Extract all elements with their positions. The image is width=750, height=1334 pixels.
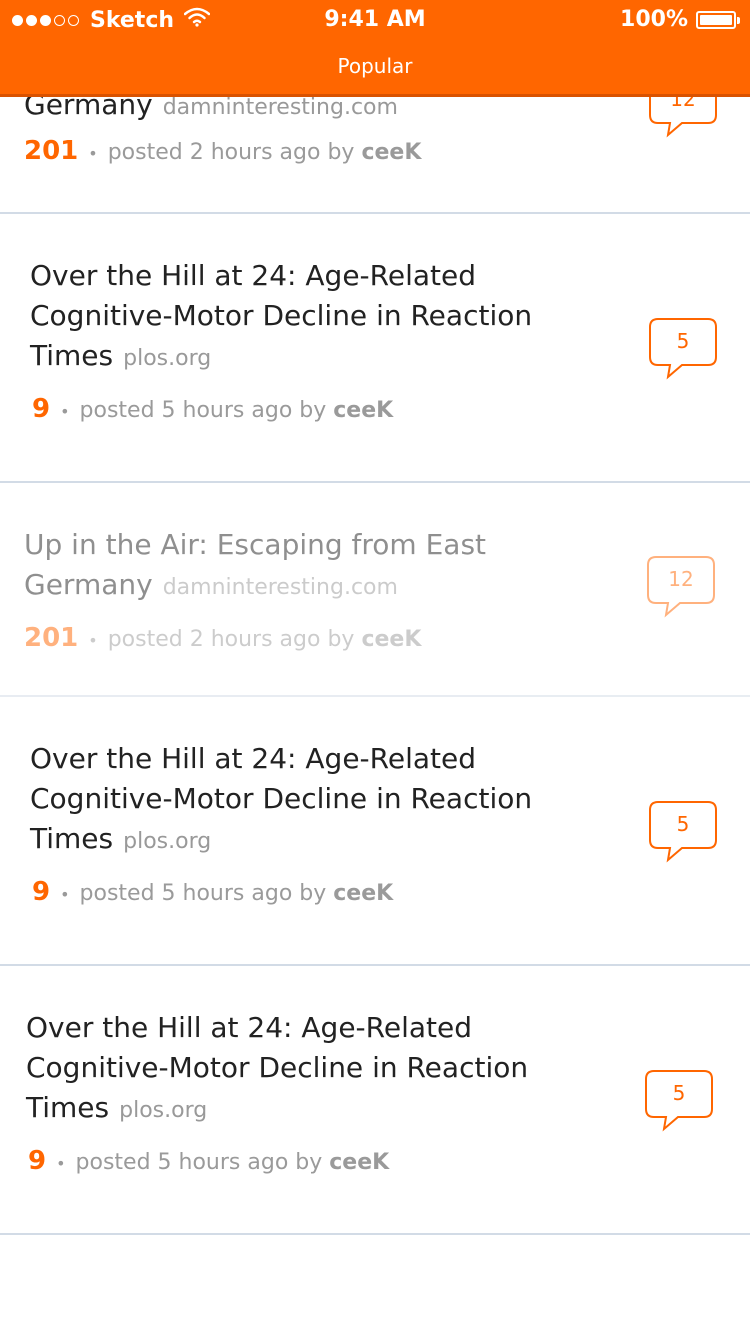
post-domain[interactable]: plos.org bbox=[123, 346, 211, 371]
battery-percent: 100% bbox=[620, 7, 688, 32]
battery-fill bbox=[700, 14, 732, 25]
post-title-text: Over the Hill at 24: Age-Related Cogniti… bbox=[26, 1011, 529, 1124]
post-score: 9 bbox=[28, 1146, 47, 1176]
comment-button[interactable]: 5 bbox=[648, 800, 718, 864]
meta-separator: • bbox=[60, 402, 70, 421]
post-score: 9 bbox=[32, 394, 51, 424]
comment-count: 12 bbox=[668, 567, 694, 591]
post-title[interactable]: Up in the Air: Escaping from East German… bbox=[24, 525, 544, 608]
post-author[interactable]: ceeK bbox=[329, 1150, 389, 1175]
post-meta: 9 • posted 5 hours ago by ceeK bbox=[32, 877, 393, 907]
page-title: Popular bbox=[337, 54, 413, 78]
list-item[interactable]: Over the Hill at 24: Age-Related Cogniti… bbox=[0, 966, 750, 1235]
comment-button[interactable]: 12 bbox=[646, 555, 716, 619]
meta-separator: • bbox=[88, 631, 98, 650]
app-header: Sketch 9:41 AM 100% Popular bbox=[0, 0, 750, 97]
post-time: posted 5 hours ago by bbox=[79, 398, 327, 423]
post-score: 201 bbox=[24, 623, 79, 653]
post-score: 9 bbox=[32, 877, 51, 907]
comment-count: 5 bbox=[672, 1081, 686, 1105]
post-domain[interactable]: plos.org bbox=[123, 829, 211, 854]
status-bar: Sketch 9:41 AM 100% bbox=[0, 0, 750, 40]
post-domain[interactable]: damninteresting.com bbox=[163, 95, 398, 120]
post-title-text: Over the Hill at 24: Age-Related Cogniti… bbox=[30, 259, 533, 372]
post-meta: 201 • posted 2 hours ago by ceeK bbox=[24, 623, 421, 653]
post-time: posted 5 hours ago by bbox=[79, 881, 327, 906]
post-author[interactable]: ceeK bbox=[361, 627, 421, 652]
comment-button[interactable]: 5 bbox=[648, 317, 718, 381]
meta-separator: • bbox=[56, 1154, 66, 1173]
post-title[interactable]: Over the Hill at 24: Age-Related Cogniti… bbox=[26, 1008, 546, 1131]
post-title[interactable]: Over the Hill at 24: Age-Related Cogniti… bbox=[30, 739, 550, 862]
post-author[interactable]: ceeK bbox=[333, 398, 393, 423]
post-score: 201 bbox=[24, 136, 79, 166]
post-time: posted 2 hours ago by bbox=[107, 627, 355, 652]
screen: Up in the Air: Escaping from East German… bbox=[0, 0, 750, 1334]
battery-cap bbox=[737, 16, 740, 24]
list-item[interactable]: Up in the Air: Escaping from East German… bbox=[0, 483, 750, 697]
post-title[interactable]: Over the Hill at 24: Age-Related Cogniti… bbox=[30, 256, 550, 379]
post-time: posted 2 hours ago by bbox=[107, 140, 355, 165]
meta-separator: • bbox=[88, 144, 98, 163]
post-author[interactable]: ceeK bbox=[361, 140, 421, 165]
post-time: posted 5 hours ago by bbox=[75, 1150, 323, 1175]
post-meta: 9 • posted 5 hours ago by ceeK bbox=[32, 394, 393, 424]
comment-count: 5 bbox=[676, 329, 690, 353]
post-author[interactable]: ceeK bbox=[333, 881, 393, 906]
status-right: 100% bbox=[620, 7, 740, 32]
post-domain[interactable]: plos.org bbox=[119, 1098, 207, 1123]
meta-separator: • bbox=[60, 885, 70, 904]
comment-button[interactable]: 5 bbox=[644, 1069, 714, 1133]
comment-count: 5 bbox=[676, 812, 690, 836]
post-domain[interactable]: damninteresting.com bbox=[163, 575, 398, 600]
post-title-text: Over the Hill at 24: Age-Related Cogniti… bbox=[30, 742, 533, 855]
list-item[interactable]: Over the Hill at 24: Age-Related Cogniti… bbox=[0, 697, 750, 966]
list-item[interactable]: Over the Hill at 24: Age-Related Cogniti… bbox=[0, 214, 750, 483]
post-meta: 9 • posted 5 hours ago by ceeK bbox=[28, 1146, 389, 1176]
battery-icon bbox=[696, 10, 740, 29]
post-meta: 201 • posted 2 hours ago by ceeK bbox=[24, 136, 421, 166]
